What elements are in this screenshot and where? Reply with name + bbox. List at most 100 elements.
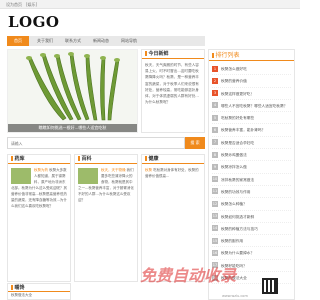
ranking-item[interactable]: 11 秋葵的功效与作用 — [212, 186, 291, 199]
title-marker — [212, 52, 214, 58]
column-body: 秋葵 吃秋葵对身体有好处，秋葵的营养价值很高... — [142, 164, 204, 182]
column-text: 吃秋葵对身体有好处，秋葵的营养价值很高... — [145, 168, 199, 178]
featured-slide[interactable]: 瞧瞧如何挑选一根好...哪些人适宜吃秋 — [7, 49, 138, 133]
ranking-item-label: 秋葵这样做更好吃！ — [221, 91, 255, 96]
ranking-item[interactable]: 15 秋葵的副作用 — [212, 235, 291, 248]
search-bar: 搜 索 — [7, 137, 205, 149]
nav-item-news[interactable]: 新闻动态 — [89, 36, 113, 46]
ranking-item-label: 秋葵是否适合孕妇吃 — [221, 140, 255, 145]
column-title: 药库 — [8, 155, 70, 164]
rank-number: 6 — [212, 126, 218, 133]
today-panel: 今日新鲜 秋天，天气爽朗的时节，有些人容易上火，时不时冒出...这时要吃秋葵降降… — [141, 49, 205, 133]
column-pharmacy: 药库 秋葵为药 秋葵大多数人都知道，属于锦葵科，原产地为非洲东北部。秋葵为什么这… — [7, 154, 71, 282]
bottom-text[interactable]: 秋葵做法大全 — [8, 292, 70, 299]
rank-number: 4 — [212, 102, 218, 109]
ranking-item[interactable]: 5 吃秋葵的好处有哪些 — [212, 112, 291, 125]
ranking-list: 1 秋葵怎么做好吃 2 秋葵的营养价值 3 秋葵这样做更好吃！ 4 哪些人不宜吃秋葵？哪… — [209, 61, 294, 286]
title-marker — [11, 155, 13, 161]
column-thumbnail[interactable] — [78, 168, 98, 184]
rank-number: 14 — [212, 225, 218, 232]
column-title-text: 药库 — [14, 156, 25, 162]
title-marker — [145, 50, 147, 56]
ranking-item[interactable]: 2 秋葵的营养价值 — [212, 75, 291, 88]
slide-caption[interactable]: 瞧瞧如何挑选一根好...哪些人适宜吃秋 — [8, 124, 137, 132]
column-title: 健康 — [142, 155, 204, 164]
ranking-title: 排行列表 — [209, 50, 294, 61]
rank-number: 7 — [212, 139, 218, 146]
rank-number: 8 — [212, 151, 218, 158]
ranking-title-text: 排行列表 — [215, 52, 240, 59]
bottom-panel: 嘴馋 秋葵做法大全 — [7, 283, 71, 300]
ranking-item[interactable]: 9 秋葵凉拌怎么做 — [212, 161, 291, 174]
search-button[interactable]: 搜 索 — [185, 137, 205, 149]
ranking-item-label: 秋葵的种植方法与技巧 — [221, 226, 258, 231]
rank-number: 10 — [212, 176, 218, 183]
rank-number: 15 — [212, 237, 218, 244]
ranking-item-label: 秋葵怎么做好吃 — [221, 67, 247, 71]
ranking-item-label: 哪些人不宜吃秋葵？哪些人适宜吃秋葵？ — [221, 103, 288, 108]
ranking-item-label: 秋葵营养丰富，能补肾吗？ — [221, 128, 266, 133]
ranking-item-label: 秋葵凉拌怎么做 — [221, 165, 247, 170]
ranking-item[interactable]: 12 秋葵怎么种植？ — [212, 198, 291, 211]
ranking-item-label: 秋葵怎么种植？ — [221, 202, 247, 207]
ranking-item[interactable]: 7 秋葵是否适合孕妇吃 — [212, 137, 291, 150]
rank-number: 9 — [212, 163, 218, 170]
top-links: 设为首页 [娱乐] — [6, 2, 41, 8]
nav-item-home[interactable]: 首页 — [7, 36, 29, 46]
rank-number: 12 — [212, 200, 218, 207]
set-home-link[interactable]: 设为首页 — [6, 2, 22, 7]
title-marker — [145, 155, 147, 161]
column-encyclopedia: 百科 秋天，天干物燥 我们要多吃些清凉降火的食物，秋葵就是其中之一...秋葵营养… — [74, 154, 138, 282]
column-title-text: 健康 — [148, 156, 159, 162]
column-lead[interactable]: 秋葵为药 — [34, 168, 48, 172]
title-marker — [11, 284, 13, 290]
watermark-text: 免费自动收录 — [140, 266, 237, 285]
rank-number: 16 — [212, 249, 218, 256]
rank-number: 5 — [212, 114, 218, 121]
column-lead[interactable]: 秋天，天干物燥 — [101, 168, 126, 172]
ranking-item-label: 秋葵的功效与作用 — [221, 189, 251, 194]
column-body: 秋葵为药 秋葵大多数人都知道，属于锦葵科，原产地为非洲东北部。秋葵为什么这么受欢… — [8, 164, 70, 212]
rank-number: 11 — [212, 188, 218, 195]
ranking-item-label: 吃秋葵的好处有哪些 — [221, 116, 255, 121]
title-marker — [78, 155, 80, 161]
ranking-item-label: 秋葵的营养价值 — [221, 79, 247, 84]
ranking-item[interactable]: 10 凉拌秋葵的家常做法 — [212, 174, 291, 186]
ranking-item-label: 秋葵如何挑选才新鲜 — [221, 214, 255, 219]
okra-image — [8, 50, 137, 126]
main-nav: 首页 关于我们 联系方式 新闻动态 网站导航 — [7, 36, 205, 46]
ranking-item[interactable]: 13 秋葵如何挑选才新鲜 — [212, 211, 291, 223]
ranking-item-label: 秋葵炒鸡蛋做法 — [221, 153, 247, 158]
rank-number: 3 — [212, 90, 218, 97]
nav-item-contact[interactable]: 联系方式 — [61, 36, 85, 46]
top-bar: 设为首页 [娱乐] — [0, 0, 300, 9]
column-thumbnail[interactable] — [11, 168, 31, 184]
column-body: 秋天，天干物燥 我们要多吃些清凉降火的食物，秋葵就是其中之一...秋葵营养丰富，… — [75, 164, 137, 206]
today-title-text: 今日新鲜 — [148, 51, 169, 57]
category-link[interactable]: [娱乐] — [26, 2, 37, 7]
bottom-title-text: 嘴馋 — [14, 285, 25, 291]
nav-item-about[interactable]: 关于我们 — [33, 36, 57, 46]
qr-code-icon — [262, 278, 278, 294]
rank-number: 1 — [212, 65, 218, 72]
ranking-item[interactable]: 6 秋葵营养丰富，能补肾吗？ — [212, 124, 291, 137]
ranking-item[interactable]: 8 秋葵炒鸡蛋做法 — [212, 149, 291, 162]
watermark-url: www.wzlu.com — [222, 294, 248, 298]
column-title: 百科 — [75, 155, 137, 164]
ranking-item[interactable]: 14 秋葵的种植方法与技巧 — [212, 223, 291, 236]
ranking-item-label: 凉拌秋葵的家常做法 — [221, 177, 255, 182]
search-input[interactable] — [7, 137, 185, 149]
ranking-item[interactable]: 4 哪些人不宜吃秋葵？哪些人适宜吃秋葵？ — [212, 100, 291, 113]
ranking-item[interactable]: 16 秋葵为什么要焯水？ — [212, 247, 291, 260]
ranking-item[interactable]: 1 秋葵怎么做好吃 — [212, 63, 291, 76]
rank-number: 13 — [212, 213, 218, 220]
ranking-item-label: 秋葵为什么要焯水？ — [221, 251, 255, 256]
column-lead[interactable]: 秋葵 — [145, 168, 152, 172]
ranking-item-label: 秋葵的副作用 — [221, 239, 244, 244]
today-title: 今日新鲜 — [142, 50, 204, 59]
site-logo[interactable]: LOGO — [8, 13, 60, 31]
nav-item-sitemap[interactable]: 网站导航 — [117, 36, 141, 46]
ranking-item[interactable]: 3 秋葵这样做更好吃！ — [212, 88, 291, 100]
today-text: 秋天，天气爽朗的时节，有些人容易上火，时不时冒出...这时要吃秋葵降降火吗？秋葵… — [145, 63, 199, 105]
bottom-title: 嘴馋 — [8, 284, 70, 292]
